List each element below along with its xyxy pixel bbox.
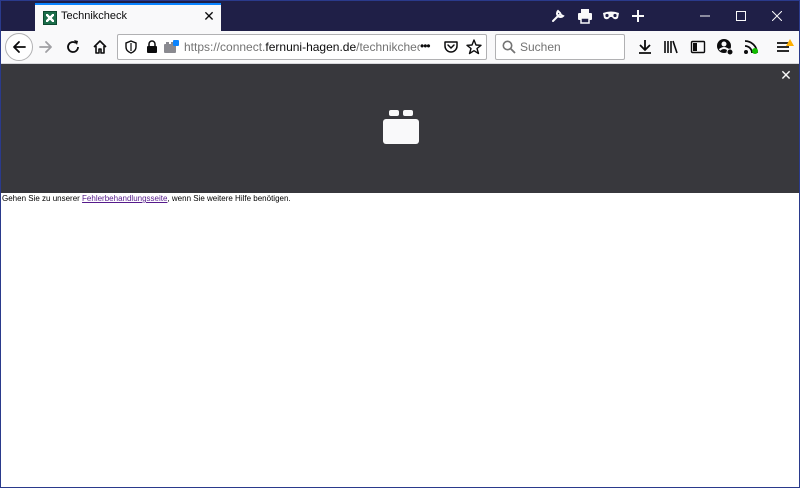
- url-host: fernuni-hagen.de: [265, 40, 357, 54]
- new-tab-plus-icon[interactable]: [629, 7, 647, 25]
- hamburger-menu-icon: [777, 39, 794, 52]
- plugin-permission-icon[interactable]: [163, 40, 179, 54]
- plugin-content-area: ✕: [1, 64, 799, 193]
- account-extension-button[interactable]: [713, 35, 737, 59]
- library-button[interactable]: [659, 35, 683, 59]
- title-bar: Technikcheck ✕: [1, 1, 799, 31]
- reload-icon: [67, 40, 79, 53]
- tab-close-icon[interactable]: ✕: [203, 9, 215, 23]
- bookmark-star-icon[interactable]: [466, 39, 482, 55]
- help-text-after: , wenn Sie weitere Hilfe benötigen.: [167, 194, 291, 203]
- help-text-before: Gehen Sie zu unserer: [2, 194, 83, 203]
- downloads-button[interactable]: [633, 35, 657, 59]
- url-path: /technikcheck: [356, 40, 420, 54]
- pocket-icon[interactable]: [444, 40, 458, 54]
- reload-button[interactable]: [61, 35, 85, 59]
- url-scheme: https://connect.: [184, 40, 266, 54]
- forward-button[interactable]: [34, 35, 58, 59]
- tracking-shield-icon[interactable]: [124, 40, 138, 54]
- minimize-button[interactable]: [687, 1, 723, 31]
- search-icon: [502, 40, 516, 54]
- help-message: Gehen Sie zu unserer Fehlerbehandlungsse…: [2, 194, 291, 203]
- window-close-button[interactable]: [759, 1, 795, 31]
- tab-title: Technikcheck: [61, 10, 128, 22]
- url-bar[interactable]: https://connect.fernuni-hagen.de/technik…: [117, 34, 487, 60]
- feed-icon: [744, 40, 758, 54]
- tab-technikcheck[interactable]: Technikcheck ✕: [35, 3, 221, 31]
- back-arrow-icon: [13, 41, 26, 53]
- navigation-toolbar: https://connect.fernuni-hagen.de/technik…: [1, 31, 799, 64]
- lock-icon[interactable]: [146, 40, 158, 54]
- print-icon[interactable]: [576, 7, 594, 25]
- search-input[interactable]: Suchen: [520, 40, 561, 54]
- sidebar-icon: [690, 40, 706, 54]
- close-plugin-icon[interactable]: ✕: [779, 68, 793, 82]
- sidebar-button[interactable]: [686, 35, 710, 59]
- forward-arrow-icon: [39, 41, 52, 53]
- blocked-plugin-icon[interactable]: [383, 110, 419, 144]
- browser-window: Technikcheck ✕ https://connect.fernuni-h…: [0, 0, 800, 488]
- search-bar[interactable]: Suchen: [495, 34, 625, 60]
- library-icon: [664, 40, 678, 54]
- account-icon: [717, 39, 734, 56]
- maximize-button[interactable]: [723, 1, 759, 31]
- wrench-icon[interactable]: [549, 7, 567, 25]
- error-handling-link[interactable]: Fehlerbehandlungsseite: [82, 194, 167, 203]
- download-icon: [639, 40, 651, 54]
- back-button[interactable]: [5, 33, 33, 61]
- url-text[interactable]: https://connect.fernuni-hagen.de/technik…: [184, 40, 420, 56]
- site-favicon-icon: [43, 11, 57, 25]
- page-actions-more-icon[interactable]: •••: [420, 39, 431, 53]
- private-mask-icon[interactable]: [602, 7, 620, 25]
- home-icon: [93, 40, 107, 54]
- rss-extension-button[interactable]: [739, 35, 763, 59]
- menu-button[interactable]: [773, 35, 797, 59]
- home-button[interactable]: [88, 35, 112, 59]
